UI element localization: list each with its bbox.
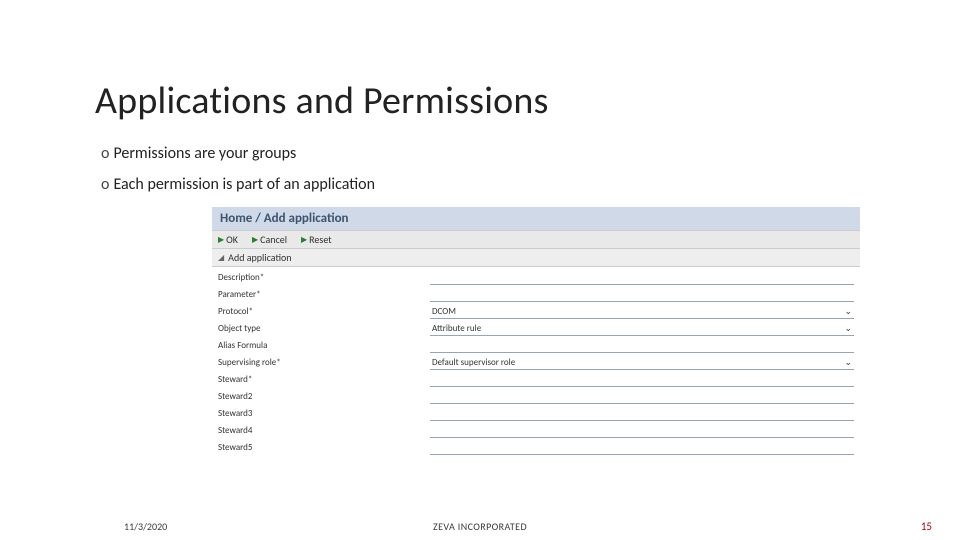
ok-label: OK [226,233,238,246]
field-row-supervising: Supervising role* Default supervisor rol… [212,354,860,371]
steward2-input[interactable] [430,390,854,404]
steward3-input[interactable] [430,407,854,421]
bullet-item: oPermissions are your groups [101,144,875,163]
supervising-role-select[interactable]: Default supervisor role ⌄ [430,356,854,370]
footer-date: 11/3/2020 [124,520,167,533]
bullet-marker: o [101,144,109,163]
toolbar: ▶ OK ▶ Cancel ▶ Reset [212,230,860,249]
parameter-input[interactable] [430,288,854,302]
field-label: Protocol* [212,306,430,317]
chevron-down-icon: ⌄ [844,357,852,368]
field-row-alias: Alias Formula [212,337,860,354]
steward4-input[interactable] [430,424,854,438]
reset-button[interactable]: ▶ Reset [301,233,332,246]
field-label: Parameter* [212,289,430,300]
form: Description* Parameter* Protocol* DCOM ⌄… [212,267,860,456]
field-row-steward4: Steward4 [212,422,860,439]
collapse-icon: ◢ [218,253,224,263]
field-row-steward2: Steward2 [212,388,860,405]
field-row-steward5: Steward5 [212,439,860,456]
section-header[interactable]: ◢ Add application [212,249,860,267]
object-type-select[interactable]: Attribute rule ⌄ [430,322,854,336]
select-value: Attribute rule [432,323,481,334]
play-icon: ▶ [218,235,224,245]
description-input[interactable] [430,271,854,285]
protocol-select[interactable]: DCOM ⌄ [430,305,854,319]
bullet-item: oEach permission is part of an applicati… [101,175,875,194]
reset-label: Reset [309,233,331,246]
alias-input[interactable] [430,339,854,353]
field-label: Steward4 [212,425,430,436]
field-row-parameter: Parameter* [212,286,860,303]
ok-button[interactable]: ▶ OK [218,233,238,246]
chevron-down-icon: ⌄ [844,306,852,317]
footer-company: ZEVA INCORPORATED [433,520,527,533]
field-row-steward3: Steward3 [212,405,860,422]
steward5-input[interactable] [430,441,854,455]
section-title: Add application [228,251,291,264]
select-value: Default supervisor role [432,357,515,368]
field-label: Supervising role* [212,357,430,368]
field-label: Steward3 [212,408,430,419]
bullet-text: Each permission is part of an applicatio… [113,175,375,194]
bullet-list: oPermissions are your groups oEach permi… [101,144,875,194]
steward1-input[interactable] [430,373,854,387]
page-number: 15 [921,520,932,533]
field-label: Description* [212,272,430,283]
field-label: Steward* [212,374,430,385]
field-label: Steward5 [212,442,430,453]
field-label: Steward2 [212,391,430,402]
cancel-label: Cancel [260,233,287,246]
chevron-down-icon: ⌄ [844,323,852,334]
field-row-object-type: Object type Attribute rule ⌄ [212,320,860,337]
field-row-protocol: Protocol* DCOM ⌄ [212,303,860,320]
slide-title: Applications and Permissions [95,78,875,124]
cancel-button[interactable]: ▶ Cancel [252,233,287,246]
field-label: Object type [212,323,430,334]
breadcrumb: Home / Add application [212,207,860,230]
field-row-steward1: Steward* [212,371,860,388]
play-icon: ▶ [252,235,258,245]
play-icon: ▶ [301,235,307,245]
bullet-text: Permissions are your groups [113,144,296,163]
field-row-description: Description* [212,269,860,286]
slide: Applications and Permissions oPermission… [0,0,960,540]
embedded-app-screenshot: Home / Add application ▶ OK ▶ Cancel ▶ R… [211,206,861,457]
bullet-marker: o [101,175,109,194]
field-label: Alias Formula [212,340,430,351]
select-value: DCOM [432,306,456,317]
